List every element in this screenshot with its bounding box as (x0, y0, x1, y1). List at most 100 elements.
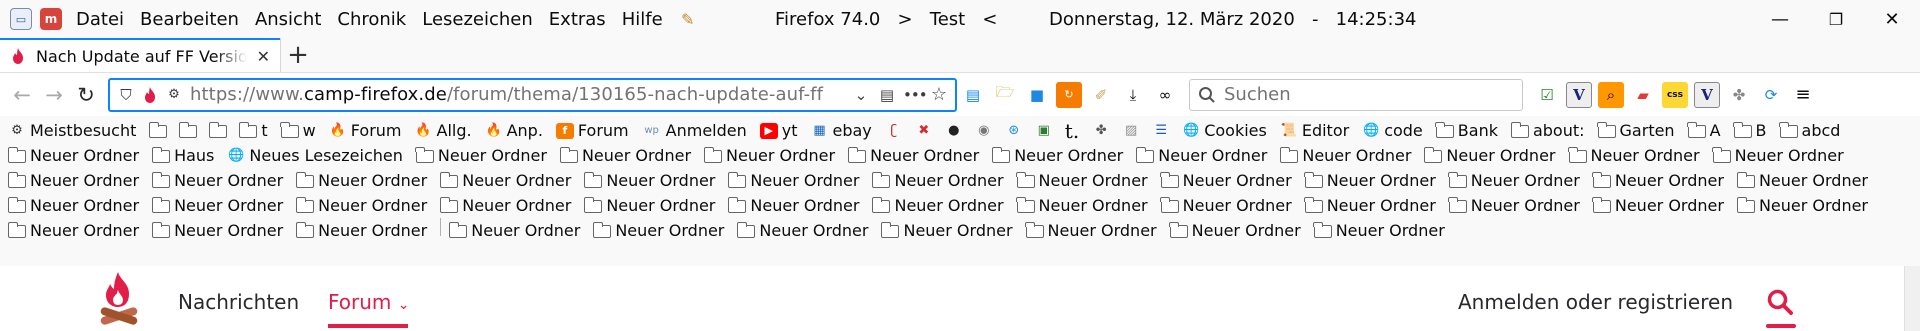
bookmark-item[interactable]: wp Anmelden (642, 118, 760, 143)
bookmark-item[interactable]: t. (1065, 118, 1092, 143)
bookmark-item[interactable] (148, 118, 179, 143)
bookmark-item[interactable]: Neuer Ordner (151, 218, 296, 243)
menu-chronik[interactable]: Chronik (329, 9, 414, 30)
bookmark-item[interactable]: 🌐 Cookies (1182, 118, 1280, 143)
bookmark-item[interactable]: ⚙ Meistbesucht (8, 118, 149, 143)
bookmark-item[interactable]: Neuer Ordner (1279, 143, 1424, 168)
bookmark-item[interactable]: ☰ (1152, 118, 1182, 143)
search-bar[interactable]: Suchen (1189, 78, 1523, 111)
bookmark-item[interactable]: Neuer Ordner (583, 168, 728, 193)
bookmark-item[interactable]: Neuer Ordner (295, 168, 440, 193)
bookmark-item[interactable]: Neuer Ordner (872, 168, 1016, 193)
bookmark-item[interactable]: Neuer Ordner (727, 168, 872, 193)
bookmark-item[interactable]: A (1687, 118, 1734, 143)
bookmark-item[interactable]: Neuer Ordner (439, 193, 584, 218)
nav-nachrichten[interactable]: Nachrichten (178, 290, 299, 314)
mask-icon[interactable]: ∞ (1152, 82, 1178, 108)
bookmark-item[interactable]: Neuer Ordner (1160, 168, 1305, 193)
sync-icon[interactable]: ⟳ (1758, 82, 1784, 108)
bookmark-item[interactable]: B (1733, 118, 1780, 143)
bookmark-item[interactable]: ● (945, 118, 975, 143)
bookmark-item[interactable]: ✤ (1092, 118, 1122, 143)
bookmark-item[interactable]: Neuer Ordner (1448, 193, 1593, 218)
menu-datei[interactable]: Datei (76, 9, 132, 30)
bookmark-item[interactable]: ▨ (1122, 118, 1152, 143)
nav-forum[interactable]: Forum ⌄ (328, 290, 410, 314)
page-actions-icon[interactable]: ••• (903, 86, 928, 104)
screenshot-check-icon[interactable]: ☑ (1534, 82, 1560, 108)
bookmark-item[interactable]: Neuer Ordner (1568, 143, 1713, 168)
brush-icon[interactable]: ✐ (1088, 82, 1114, 108)
bookmark-item[interactable]: Neuer Ordner (1313, 218, 1458, 243)
bookmark-item[interactable]: Neuer Ordner (1448, 168, 1593, 193)
url-text[interactable]: https://www.camp-firefox.de/forum/thema/… (190, 84, 845, 105)
bookmark-item[interactable]: Garten (1597, 118, 1688, 143)
close-icon[interactable]: ✕ (1864, 0, 1920, 38)
menu-bearbeiten[interactable]: Bearbeiten (132, 9, 247, 30)
bookmark-item[interactable]: Neuer Ordner (7, 193, 152, 218)
menu-lesezeichen[interactable]: Lesezeichen (414, 9, 541, 30)
chevron-down-icon[interactable]: ⌄ (851, 86, 871, 104)
v-addon-2-icon[interactable]: V (1694, 81, 1720, 108)
eraser-icon[interactable]: ▰ (1630, 82, 1656, 108)
folder-open-icon[interactable]: 🗁 (992, 82, 1018, 108)
bookmark-item[interactable]: Neuer Ordner (1424, 143, 1568, 168)
menu-extras[interactable]: Extras (541, 9, 614, 30)
bookmark-item[interactable]: Neuer Ordner (991, 143, 1136, 168)
login-link[interactable]: Anmelden oder registrieren (1458, 290, 1733, 314)
reader-view-icon[interactable]: ▤ (877, 86, 897, 104)
hamburger-menu-icon[interactable]: ≡ (1790, 82, 1816, 108)
bookmark-item[interactable]: ▦ ebay (811, 118, 885, 143)
bookmark-item[interactable]: Neuer Ordner (7, 218, 152, 243)
bookmark-item[interactable]: Neuer Ordner (583, 193, 728, 218)
reload-icon[interactable]: ↻ (70, 79, 102, 111)
bookmark-item[interactable]: f Forum (555, 118, 642, 143)
scrollbar[interactable] (1904, 266, 1920, 331)
back-arrow-icon[interactable]: ← (6, 79, 38, 111)
bookmark-item[interactable]: Neuer Ordner (1712, 143, 1857, 168)
bookmark-item[interactable]: Neuer Ordner (1016, 168, 1161, 193)
menu-ansicht[interactable]: Ansicht (247, 9, 329, 30)
bookmark-item[interactable]: Neuer Ordner (448, 218, 593, 243)
bookmark-item[interactable]: abcd (1779, 118, 1854, 143)
bookmark-item[interactable]: Bank (1435, 118, 1511, 143)
shield-icon[interactable]: ⛉ (116, 86, 136, 104)
v-addon-icon[interactable]: V (1566, 81, 1592, 108)
bookmark-item[interactable]: ✖ (915, 118, 945, 143)
bookmark-item[interactable]: Neuer Ordner (727, 193, 872, 218)
folder-icon[interactable]: ■ (1024, 82, 1050, 108)
bookmark-item[interactable]: Neuer Ordner (592, 218, 737, 243)
bookmark-item[interactable]: Neuer Ordner (1160, 193, 1305, 218)
bookmark-item[interactable]: Neuer Ordner (151, 168, 296, 193)
forward-arrow-icon[interactable]: → (38, 79, 70, 111)
bookmark-item[interactable]: 🌐 code (1362, 118, 1436, 143)
bookmark-item[interactable]: ⊛ (1005, 118, 1035, 143)
bookmark-item[interactable]: Neuer Ordner (1304, 193, 1449, 218)
download-icon[interactable]: ⤓ (1120, 82, 1146, 108)
bookmark-item[interactable]: Neuer Ordner (1025, 218, 1170, 243)
bookmark-item[interactable]: w (280, 118, 329, 143)
bookmark-item[interactable]: Neuer Ordner (736, 218, 881, 243)
bookmark-item[interactable]: Neuer Ordner (415, 143, 560, 168)
css-icon[interactable]: css (1662, 81, 1688, 108)
bookmark-item[interactable]: ʗ (885, 118, 915, 143)
bookmark-item[interactable]: Neuer Ordner (1016, 193, 1161, 218)
new-tab-button[interactable]: + (280, 38, 316, 72)
permissions-icon[interactable]: ⚙ (164, 87, 184, 102)
site-search-icon[interactable] (1766, 288, 1794, 316)
bookmark-item[interactable]: 🔥 Allg. (415, 118, 485, 143)
app-window-icon[interactable]: ▭ (10, 8, 32, 30)
bookmark-item[interactable]: Neuer Ordner (151, 193, 296, 218)
bookmark-item[interactable]: Neuer Ordner (872, 193, 1016, 218)
puzzle-toolbar-icon[interactable]: ✤ (1726, 82, 1752, 108)
tab-close-icon[interactable]: ✕ (257, 47, 270, 66)
magnifier-addon-icon[interactable]: ⌕ (1598, 81, 1624, 108)
bookmark-item[interactable]: Haus (151, 143, 227, 168)
bookmark-item[interactable] (208, 118, 239, 143)
bookmark-item[interactable]: 🔥 Anp. (485, 118, 556, 143)
bookmark-item[interactable]: Neuer Ordner (7, 143, 152, 168)
bookmark-item[interactable]: Neuer Ordner (703, 143, 848, 168)
campfire-logo[interactable] (96, 270, 140, 331)
bookmark-item[interactable]: Neuer Ordner (1736, 193, 1881, 218)
bookmark-item[interactable]: Neuer Ordner (847, 143, 992, 168)
